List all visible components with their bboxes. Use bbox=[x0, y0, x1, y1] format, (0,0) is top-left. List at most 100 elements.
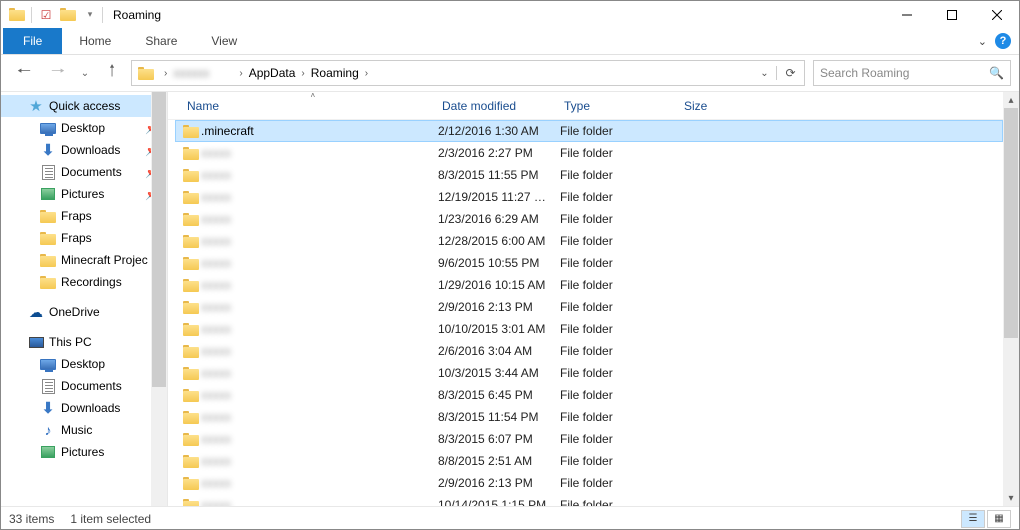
crumb-sep[interactable]: › bbox=[235, 68, 246, 79]
content-area: ▸★Quick access▸Desktop📌▸⬇Downloads📌▸Docu… bbox=[1, 91, 1019, 507]
sidebar-item-label: Downloads bbox=[61, 401, 120, 415]
forward-button[interactable]: 🠒 bbox=[43, 60, 73, 86]
address-dropdown-icon[interactable]: ⌄ bbox=[752, 68, 776, 79]
breadcrumb[interactable]: xxxxxx bbox=[171, 61, 235, 85]
sidebar-item[interactable]: ▸Pictures📌 bbox=[1, 183, 167, 205]
col-name[interactable]: Name˄ bbox=[183, 92, 438, 119]
folder-icon bbox=[183, 411, 201, 424]
sidebar-item-label: Pictures bbox=[61, 445, 104, 459]
ribbon-tab-home[interactable]: Home bbox=[62, 28, 128, 54]
back-button[interactable]: 🠐 bbox=[9, 60, 39, 86]
file-date: 9/6/2015 10:55 PM bbox=[438, 256, 560, 270]
crumb-sep[interactable]: › bbox=[361, 68, 372, 79]
close-button[interactable] bbox=[974, 1, 1019, 28]
file-date: 10/3/2015 3:44 AM bbox=[438, 366, 560, 380]
qat-chevron-icon[interactable]: ▾ bbox=[80, 5, 100, 25]
table-row[interactable]: xxxxx12/28/2015 6:00 AMFile folder bbox=[175, 230, 1003, 252]
sidebar-item[interactable]: ▸Desktop📌 bbox=[1, 117, 167, 139]
table-row[interactable]: xxxxx8/3/2015 6:07 PMFile folder bbox=[175, 428, 1003, 450]
maximize-button[interactable] bbox=[929, 1, 974, 28]
qat-folder-icon[interactable] bbox=[7, 5, 27, 25]
file-date: 2/9/2016 2:13 PM bbox=[438, 476, 560, 490]
table-row[interactable]: xxxxx1/29/2016 10:15 AMFile folder bbox=[175, 274, 1003, 296]
sidebar-item[interactable]: ▸⬇Downloads bbox=[1, 397, 167, 419]
table-row[interactable]: xxxxx2/6/2016 3:04 AMFile folder bbox=[175, 340, 1003, 362]
sidebar-item[interactable]: ▸Recordings bbox=[1, 271, 167, 293]
file-type: File folder bbox=[560, 146, 680, 160]
refresh-button[interactable]: ⟳ bbox=[776, 66, 804, 80]
help-button[interactable]: ? bbox=[995, 33, 1011, 49]
breadcrumb[interactable]: AppData bbox=[247, 61, 298, 85]
crumb-sep[interactable]: › bbox=[160, 68, 171, 79]
sidebar-item[interactable]: ▸Fraps bbox=[1, 227, 167, 249]
table-row[interactable]: xxxxx12/19/2015 11:27 …File folder bbox=[175, 186, 1003, 208]
file-tab[interactable]: File bbox=[3, 28, 62, 54]
sidebar-item[interactable]: ▸This PC bbox=[1, 331, 167, 353]
table-row[interactable]: xxxxx8/3/2015 11:54 PMFile folder bbox=[175, 406, 1003, 428]
crumb-sep[interactable]: › bbox=[297, 68, 308, 79]
sidebar-item-label: Desktop bbox=[61, 357, 105, 371]
file-type: File folder bbox=[560, 476, 680, 490]
col-size[interactable]: Size bbox=[680, 92, 740, 119]
table-row[interactable]: xxxxx8/3/2015 11:55 PMFile folder bbox=[175, 164, 1003, 186]
file-date: 8/8/2015 2:51 AM bbox=[438, 454, 560, 468]
col-date[interactable]: Date modified bbox=[438, 92, 560, 119]
sidebar-item[interactable]: ▸Pictures bbox=[1, 441, 167, 463]
file-date: 2/3/2016 2:27 PM bbox=[438, 146, 560, 160]
sidebar-item[interactable]: ▸Documents📌 bbox=[1, 161, 167, 183]
table-row[interactable]: xxxxx2/9/2016 2:13 PMFile folder bbox=[175, 472, 1003, 494]
table-row[interactable]: xxxxx9/6/2015 10:55 PMFile folder bbox=[175, 252, 1003, 274]
col-type[interactable]: Type bbox=[560, 92, 680, 119]
sidebar-item[interactable]: ▸★Quick access bbox=[1, 95, 167, 117]
folder-icon bbox=[183, 433, 201, 446]
ribbon-tab-view[interactable]: View bbox=[194, 28, 254, 54]
folder-icon bbox=[39, 254, 57, 267]
scroll-thumb[interactable] bbox=[1004, 108, 1018, 338]
table-row[interactable]: xxxxx10/14/2015 1:15 PMFile folder bbox=[175, 494, 1003, 506]
address-bar[interactable]: › xxxxxx›AppData›Roaming› ⌄ ⟳ bbox=[131, 60, 805, 86]
ribbon-tab-share[interactable]: Share bbox=[128, 28, 194, 54]
folder-icon bbox=[183, 389, 201, 402]
desktop-icon bbox=[39, 359, 57, 370]
file-name: xxxxx bbox=[201, 234, 438, 248]
scroll-up-icon[interactable]: ▴ bbox=[1003, 92, 1019, 108]
minimize-button[interactable] bbox=[884, 1, 929, 28]
sidebar-item[interactable]: ▸Desktop bbox=[1, 353, 167, 375]
table-row[interactable]: xxxxx1/23/2016 6:29 AMFile folder bbox=[175, 208, 1003, 230]
file-type: File folder bbox=[560, 212, 680, 226]
navigation-pane[interactable]: ▸★Quick access▸Desktop📌▸⬇Downloads📌▸Docu… bbox=[1, 92, 168, 506]
scroll-down-icon[interactable]: ▾ bbox=[1003, 490, 1019, 506]
table-row[interactable]: xxxxx2/3/2016 2:27 PMFile folder bbox=[175, 142, 1003, 164]
table-row[interactable]: xxxxx8/8/2015 2:51 AMFile folder bbox=[175, 450, 1003, 472]
search-input[interactable]: Search Roaming 🔍 bbox=[813, 60, 1011, 86]
recent-chevron-icon[interactable]: ⌄ bbox=[77, 60, 93, 86]
details-view-button[interactable]: ☰ bbox=[961, 510, 985, 528]
file-name: xxxxx bbox=[201, 476, 438, 490]
file-type: File folder bbox=[560, 366, 680, 380]
up-button[interactable]: 🠑 bbox=[97, 60, 127, 86]
qat-newfolder-icon[interactable] bbox=[58, 5, 78, 25]
sidebar-scrollbar[interactable] bbox=[151, 92, 167, 506]
sidebar-item[interactable]: ▸☁OneDrive bbox=[1, 301, 167, 323]
folder-icon bbox=[39, 210, 57, 223]
ribbon-chevron-icon[interactable]: ⌄ bbox=[978, 35, 987, 48]
folder-icon bbox=[39, 232, 57, 245]
sidebar-item[interactable]: ▸Documents bbox=[1, 375, 167, 397]
sidebar-item[interactable]: ▸⬇Downloads📌 bbox=[1, 139, 167, 161]
table-row[interactable]: xxxxx2/9/2016 2:13 PMFile folder bbox=[175, 296, 1003, 318]
sidebar-item[interactable]: ▸♪Music bbox=[1, 419, 167, 441]
table-row[interactable]: .minecraft2/12/2016 1:30 AMFile folder bbox=[175, 120, 1003, 142]
folder-icon bbox=[183, 301, 201, 314]
table-row[interactable]: xxxxx8/3/2015 6:45 PMFile folder bbox=[175, 384, 1003, 406]
breadcrumb[interactable]: Roaming bbox=[309, 61, 361, 85]
file-date: 12/19/2015 11:27 … bbox=[438, 190, 560, 204]
icons-view-button[interactable]: ▦ bbox=[987, 510, 1011, 528]
table-row[interactable]: xxxxx10/3/2015 3:44 AMFile folder bbox=[175, 362, 1003, 384]
ribbon-tabs: File HomeShareView ⌄ ? bbox=[1, 28, 1019, 55]
file-type: File folder bbox=[560, 278, 680, 292]
qat-properties-icon[interactable]: ☑ bbox=[36, 5, 56, 25]
table-row[interactable]: xxxxx10/10/2015 3:01 AMFile folder bbox=[175, 318, 1003, 340]
main-scrollbar[interactable]: ▴ ▾ bbox=[1003, 92, 1019, 506]
sidebar-item[interactable]: ▸Fraps bbox=[1, 205, 167, 227]
sidebar-item[interactable]: ▸Minecraft Projec bbox=[1, 249, 167, 271]
